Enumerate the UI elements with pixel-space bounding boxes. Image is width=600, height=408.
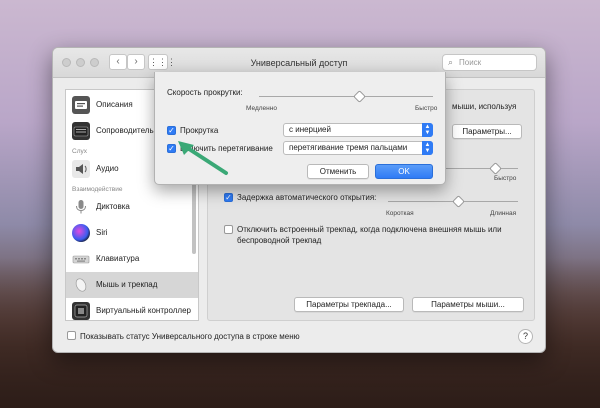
mouse-icon — [72, 276, 90, 294]
search-icon: ⌕ — [448, 57, 454, 67]
scrolling-checkbox[interactable]: ✓ — [167, 126, 176, 135]
sidebar-item-label: Диктовка — [96, 202, 130, 211]
dragging-popup-value: перетягивание тремя пальцами — [289, 143, 408, 152]
ignore-trackpad-checkbox[interactable] — [224, 225, 233, 234]
double-click-speed-slider[interactable] — [446, 168, 518, 169]
sidebar-item-label: Мышь и трекпад — [96, 280, 158, 289]
spring-loading-checkbox[interactable]: ✓ — [224, 193, 233, 202]
question-mark-icon: ? — [522, 331, 528, 341]
trackpad-options-button[interactable]: Параметры трекпада... — [294, 297, 404, 312]
scroll-speed-slider[interactable] — [259, 96, 433, 97]
sidebar-item-label: Siri — [96, 228, 108, 237]
annotation-arrow-icon — [178, 141, 228, 175]
cancel-button[interactable]: Отменить — [307, 164, 369, 179]
sidebar-item-label: Виртуальный контроллер — [96, 306, 191, 315]
options-button[interactable]: Параметры... — [452, 124, 522, 139]
sidebar-item-label: Аудио — [96, 164, 119, 173]
fast-label: Быстро — [494, 175, 517, 182]
sidebar-item-keyboard[interactable]: Клавиатура — [66, 246, 198, 272]
section-header-interaction: Взаимодействие — [72, 186, 123, 193]
ignore-trackpad-label: Отключить встроенный трекпад, когда подк… — [237, 225, 502, 245]
scrolling-popup-value: с инерцией — [289, 125, 331, 134]
sidebar-item-switch-control[interactable]: Виртуальный контроллер — [66, 298, 198, 320]
help-button[interactable]: ? — [518, 329, 533, 344]
sidebar-item-mouse-trackpad[interactable]: Мышь и трекпад — [66, 272, 198, 298]
scrolling-popup[interactable]: с инерцией ▲ ▼ — [283, 123, 433, 137]
scroll-speed-label: Скорость прокрутки: — [167, 88, 243, 97]
popup-stepper-icon: ▲ ▼ — [422, 141, 433, 155]
section-header-hearing: Слух — [72, 148, 87, 155]
short-label: Короткая — [386, 210, 414, 217]
sidebar-item-label: Описания — [96, 100, 133, 109]
mouse-options-button[interactable]: Параметры мыши... — [412, 297, 524, 312]
popup-stepper-icon: ▲ ▼ — [422, 123, 433, 137]
sidebar-item-label: Сопроводитель — [96, 126, 154, 135]
scroll-speed-knob[interactable] — [353, 90, 366, 103]
show-status-checkbox[interactable] — [67, 331, 76, 340]
spring-delay-knob[interactable] — [452, 195, 465, 208]
dragging-popup[interactable]: перетягивание тремя пальцами ▲ ▼ — [283, 141, 433, 155]
spring-loading-label: Задержка автоматического открытия: — [237, 193, 377, 202]
search-placeholder: Поиск — [459, 58, 482, 67]
siri-icon — [72, 224, 90, 242]
scrolling-label: Прокрутка — [180, 126, 219, 135]
sidebar-item-dictation[interactable]: Диктовка — [66, 194, 198, 220]
voiceover-icon — [72, 122, 90, 140]
sidebar-item-siri[interactable]: Siri — [66, 220, 198, 246]
speaker-icon — [72, 160, 90, 178]
fast-label: Быстро — [415, 105, 438, 112]
descriptions-icon — [72, 96, 90, 114]
microphone-icon — [72, 198, 90, 216]
slow-label: Медленно — [246, 105, 277, 112]
switch-control-icon — [72, 302, 90, 320]
pane-partial-text: мыши, используя — [452, 102, 517, 111]
show-status-label: Показывать статус Универсального доступа… — [80, 332, 300, 341]
keyboard-icon — [72, 250, 90, 268]
sidebar-item-label: Клавиатура — [96, 254, 140, 263]
long-label: Длинная — [490, 210, 517, 217]
ok-button[interactable]: OK — [375, 164, 433, 179]
search-field[interactable]: ⌕ Поиск — [442, 54, 537, 71]
double-click-speed-knob[interactable] — [489, 162, 502, 175]
